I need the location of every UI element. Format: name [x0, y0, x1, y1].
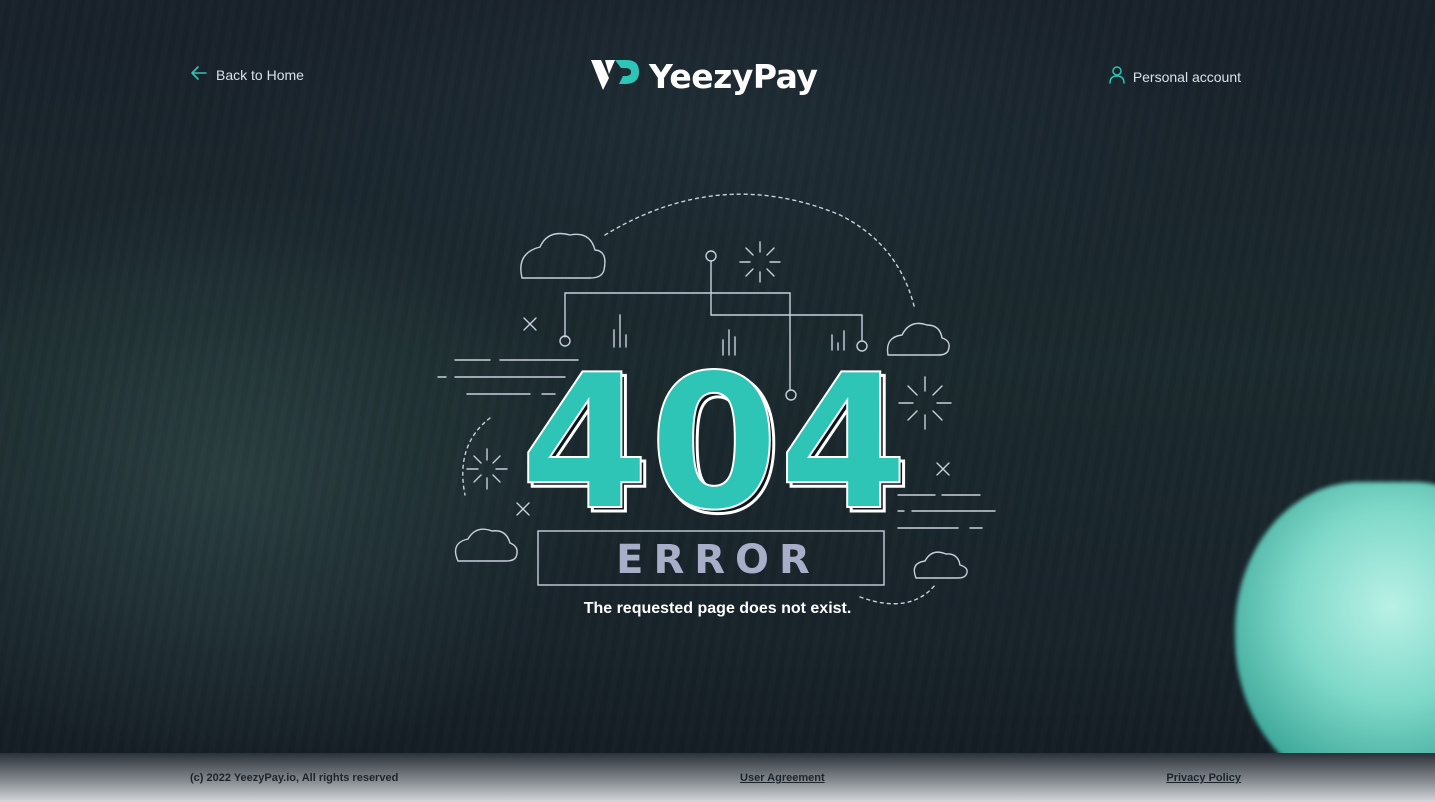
dashed-arc-left	[462, 417, 491, 496]
sparkle-icon	[466, 448, 508, 490]
yeezypay-logo-icon	[589, 56, 641, 97]
error-404-illustration: 404 404 ERROR	[437, 193, 996, 605]
personal-account-link[interactable]: Personal account	[1109, 66, 1241, 87]
cloud-icon	[520, 232, 606, 279]
cloud-icon	[454, 528, 518, 562]
close-x-icon	[523, 317, 537, 331]
sparkle-icon	[739, 241, 781, 283]
cloud-icon	[913, 551, 968, 579]
user-agreement-link[interactable]: User Agreement	[740, 772, 825, 784]
speed-lines-right	[897, 494, 996, 529]
logo-text: YeezyPay	[649, 57, 818, 96]
personal-account-label: Personal account	[1132, 68, 1241, 85]
arrow-left-icon	[190, 66, 208, 83]
close-x-icon	[936, 462, 950, 476]
user-icon	[1109, 66, 1125, 87]
copyright-text: (c) 2022 YeezyPay.io, All rights reserve…	[190, 772, 399, 784]
error-message: The requested page does not exist.	[583, 600, 852, 617]
error-label: ERROR	[616, 537, 820, 583]
back-to-home-label: Back to Home	[216, 66, 304, 83]
logo[interactable]: YeezyPay	[589, 56, 818, 97]
footer: (c) 2022 YeezyPay.io, All rights reserve…	[0, 753, 1435, 802]
back-to-home-link[interactable]: Back to Home	[190, 66, 304, 83]
header: Back to Home YeezyPay Personal account	[0, 0, 1435, 150]
privacy-policy-link[interactable]: Privacy Policy	[1166, 772, 1241, 784]
error-code: 404	[520, 334, 908, 551]
